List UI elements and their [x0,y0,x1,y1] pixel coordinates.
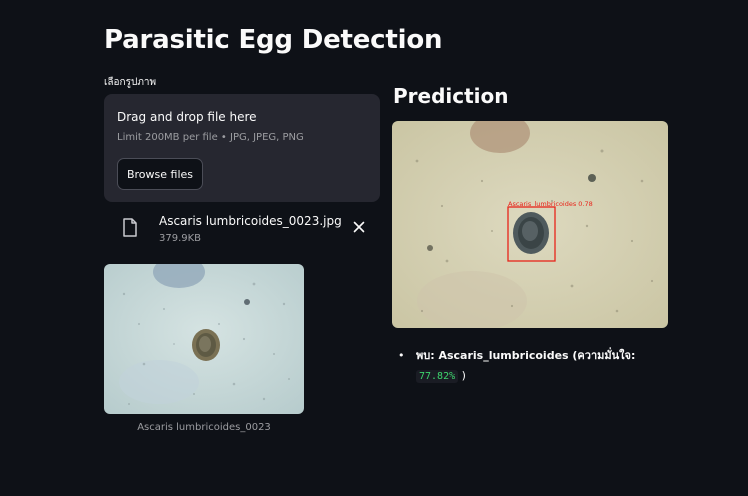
microscope-image [104,264,304,414]
dropzone-title: Drag and drop file here [117,110,257,124]
prediction-heading: Prediction [393,84,509,108]
detection-label: Ascaris_lumbricoides 0.78 [508,200,593,208]
uploaded-file-name: Ascaris lumbricoides_0023.jpg [159,214,342,228]
result-text: พบ: Ascaris_lumbricoides (ความมั่นใจ: [416,349,636,362]
dropzone-limit: Limit 200MB per file • JPG, JPEG, PNG [117,132,304,143]
bullet-icon: • [398,349,405,362]
close-icon[interactable] [352,220,366,234]
file-dropzone[interactable]: Drag and drop file here Limit 200MB per … [104,94,380,202]
uploaded-file-size: 379.9KB [159,233,202,244]
browse-files-button[interactable]: Browse files [117,158,203,190]
image-caption: Ascaris lumbricoides_0023 [137,422,271,433]
uploaded-image-preview [104,264,304,414]
page-title: Parasitic Egg Detection [104,25,443,55]
confidence-value: 77.82% [416,370,459,383]
result-suffix: ) [461,369,466,382]
result-confidence-line: 77.82% ) [416,366,466,387]
uploader-label: เลือกรูปภาพ [104,77,157,88]
prediction-image: Ascaris_lumbricoides 0.78 [392,121,668,328]
file-icon [123,218,137,237]
annotated-microscope-image: Ascaris_lumbricoides 0.78 [392,121,668,328]
uploaded-file-row: Ascaris lumbricoides_0023.jpg 379.9KB [104,208,380,252]
